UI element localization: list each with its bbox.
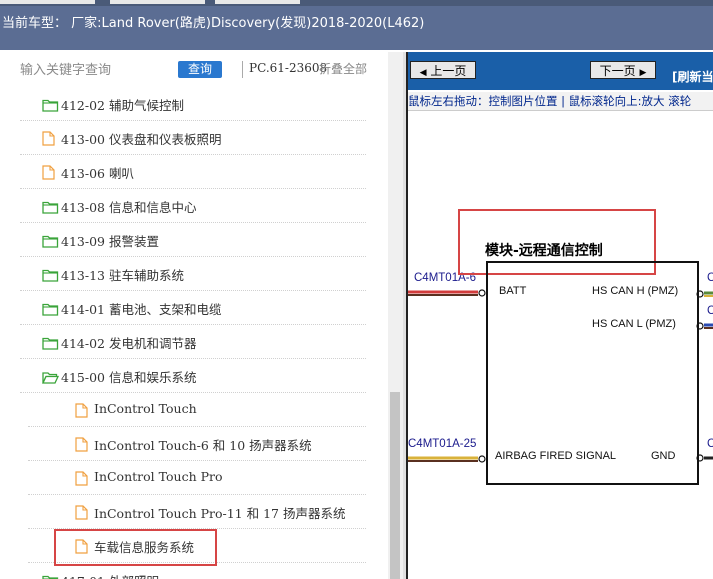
tree-item-label: 413-09 报警装置 (61, 234, 159, 249)
document-icon (75, 471, 88, 490)
tree-item-label: InControl Touch-6 和 10 扬声器系统 (94, 438, 312, 453)
document-icon (75, 437, 88, 456)
top-tab-2[interactable] (110, 0, 205, 4)
pin-airbag-fired-signal: AIRBAG FIRED SIGNAL (495, 450, 617, 462)
tree-item-label: 415-00 信息和娱乐系统 (61, 370, 197, 385)
separator (242, 61, 243, 78)
scrollbar-thumb[interactable] (390, 392, 400, 579)
tree-item-label: 413-06 喇叭 (61, 166, 134, 181)
tree-item-label: 414-01 蓄电池、支架和电缆 (61, 302, 222, 317)
pin-hs-can-h: HS CAN H (PMZ) (592, 285, 679, 297)
search-row: 查询 PC.61-23608 折叠全部 (0, 52, 388, 86)
tree-item[interactable]: 415-00 信息和娱乐系统 (20, 358, 366, 393)
wire-left-top (408, 289, 486, 297)
tree-item-label: 412-02 辅助气候控制 (61, 98, 184, 113)
collapse-all-link[interactable]: 折叠全部 (319, 60, 367, 77)
car-model: 厂家:Land Rover(路虎)Discovery(发现)2018-2020(… (71, 16, 425, 31)
folder-open-icon (41, 369, 60, 388)
document-icon (42, 165, 55, 184)
folder-icon (42, 301, 59, 320)
tree-item[interactable]: 414-02 发电机和调节器 (20, 324, 366, 359)
car-label: 当前车型： (2, 16, 68, 31)
pin-hs-can-l: HS CAN L (PMZ) (592, 318, 676, 330)
left-panel: 查询 PC.61-23608 折叠全部 412-02 辅助气候控制 413-00 … (0, 52, 388, 579)
tree-item-label: InControl Touch (94, 401, 197, 416)
tree-item-label: InControl Touch Pro-11 和 17 扬声器系统 (94, 506, 346, 521)
top-tab-1[interactable] (0, 0, 95, 4)
wire-right-can-l (696, 322, 713, 330)
wire-right-can-h (696, 290, 713, 298)
folder-icon (42, 335, 59, 354)
pin-batt: BATT (499, 285, 527, 297)
tree-item[interactable]: 414-01 蓄电池、支架和电缆 (20, 290, 366, 325)
tree-item-label: 413-00 仪表盘和仪表板照明 (61, 132, 222, 147)
diagram-viewer[interactable]: ◀ 上一页 下一页 ▶ [刷新当 鼠标左右拖动：控制图片位置 | 鼠标滚轮向上:… (406, 52, 713, 579)
document-icon (42, 131, 55, 150)
tree-item[interactable]: 413-08 信息和信息中心 (20, 188, 366, 223)
tree-item[interactable]: 413-09 报警装置 (20, 222, 366, 257)
wire-label-right-1: C (707, 272, 713, 284)
wire-right-gnd (696, 454, 713, 462)
pin-gnd: GND (651, 450, 676, 462)
wire-label-right-2: C (707, 305, 713, 317)
top-tab-3[interactable] (215, 0, 300, 4)
document-icon (75, 505, 88, 524)
folder-icon (42, 97, 59, 116)
header-bar: 当前车型： 厂家:Land Rover(路虎)Discovery(发现)2018… (0, 6, 713, 50)
tree-item[interactable]: InControl Touch (28, 392, 366, 427)
tree-item[interactable]: InControl Touch Pro (28, 460, 366, 495)
tree-item-label: 413-08 信息和信息中心 (61, 200, 197, 215)
tree-item[interactable]: 412-02 辅助气候控制 (20, 86, 366, 121)
current-car-model: 当前车型： 厂家:Land Rover(路虎)Discovery(发现)2018… (2, 12, 424, 31)
document-icon (75, 403, 88, 422)
folder-icon (42, 199, 59, 218)
left-scrollbar[interactable] (388, 52, 403, 579)
tree-item[interactable]: 413-00 仪表盘和仪表板照明 (20, 120, 366, 155)
folder-icon (42, 573, 59, 579)
tree-item-label: InControl Touch Pro (94, 469, 223, 484)
search-input[interactable] (20, 61, 170, 79)
folder-icon (42, 233, 59, 252)
tree-item[interactable]: InControl Touch-6 和 10 扬声器系统 (28, 426, 366, 461)
tree-item-label: 417-01 外部照明 (61, 571, 159, 579)
wire-label-right-3: C (707, 438, 713, 450)
tree-item-label: 414-02 发电机和调节器 (61, 336, 197, 351)
item-highlight-box (54, 529, 217, 566)
pc-code: PC.61-23608 (249, 61, 328, 75)
tree-item[interactable]: 413-13 驻车辅助系统 (20, 256, 366, 291)
tree-item[interactable]: 413-06 喇叭 (20, 154, 366, 189)
folder-icon (42, 267, 59, 286)
wire-left-bottom (408, 455, 486, 463)
tree-item-label: 413-13 驻车辅助系统 (61, 268, 184, 283)
wire-label-left-bottom: C4MT01A-25 (408, 438, 477, 450)
query-button[interactable]: 查询 (178, 61, 222, 78)
tree-item[interactable]: InControl Touch Pro-11 和 17 扬声器系统 (28, 494, 366, 529)
